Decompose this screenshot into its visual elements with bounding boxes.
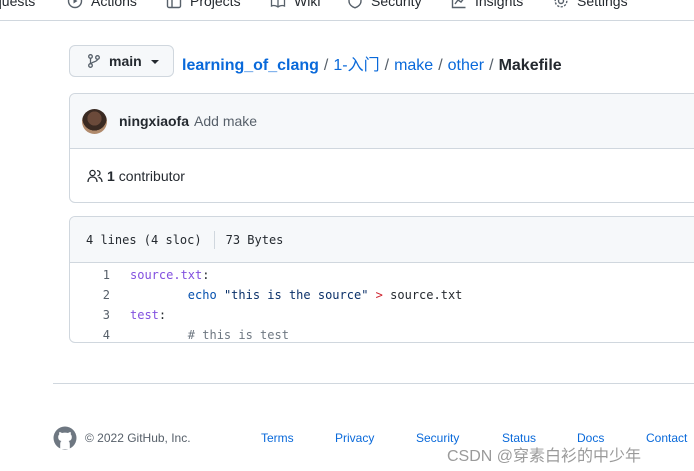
code-text: source.txt: <box>110 268 209 282</box>
file-size: 73 Bytes <box>225 232 284 247</box>
commit-message-link[interactable]: Add make <box>194 113 257 129</box>
breadcrumb: learning_of_clang / 1-入门 / make / other … <box>182 51 562 75</box>
table-icon <box>166 0 182 9</box>
code-token: : <box>202 268 210 282</box>
code-line: 2 echo "this is the source" > source.txt <box>70 285 694 305</box>
contributors-label: contributor <box>118 168 185 184</box>
code-token: echo <box>187 288 217 302</box>
contributors-count: 1 <box>107 168 115 184</box>
code-token: "this is the source" <box>223 288 369 302</box>
code-line: 1 source.txt: <box>70 265 694 285</box>
code-text: echo "this is the source" > source.txt <box>110 288 463 302</box>
nav-label: Projects <box>190 0 241 9</box>
footer-copyright: © 2022 GitHub, Inc. <box>85 431 191 445</box>
file-info-divider <box>213 230 215 249</box>
footer-divider <box>53 383 694 384</box>
watermark-text: CSDN @穿素白衫的中少年 <box>447 448 642 465</box>
code-comment: # this is test <box>187 328 289 342</box>
nav-wiki[interactable]: Wiki <box>270 0 320 9</box>
play-icon <box>67 0 83 9</box>
breadcrumb-segment-link[interactable]: 1-入门 <box>333 51 379 75</box>
code-token: > <box>375 288 383 302</box>
breadcrumb-file-name: Makefile <box>498 57 562 74</box>
breadcrumb-segment-link[interactable]: make <box>394 57 433 75</box>
nav-label: Wiki <box>294 0 321 9</box>
book-icon <box>270 0 286 8</box>
people-icon <box>87 169 103 183</box>
nav-pull-requests[interactable]: quests <box>0 0 35 9</box>
nav-label: Insights <box>475 0 524 9</box>
nav-actions[interactable]: Actions <box>67 0 137 9</box>
code-token: test <box>130 308 159 322</box>
repo-nav: quests Actions Projects Wiki Security In… <box>0 0 694 21</box>
breadcrumb-separator: / <box>323 57 329 74</box>
git-branch-icon <box>88 54 100 68</box>
branch-label: main <box>109 53 142 69</box>
code-text: test: <box>110 308 166 322</box>
line-number[interactable]: 2 <box>70 288 110 302</box>
breadcrumb-separator: / <box>438 57 443 74</box>
file-line-count: 4 lines (4 sloc) <box>86 232 202 247</box>
contributors-row[interactable]: 1 contributor <box>70 149 694 203</box>
footer-link-contact[interactable]: Contact <box>646 431 687 445</box>
commit-header: ningxiaofa Add make <box>70 94 694 149</box>
code-block: 1 source.txt: 2 echo "this is the source… <box>70 263 694 342</box>
commit-author-link[interactable]: ningxiaofa <box>119 113 189 129</box>
nav-insights[interactable]: Insights <box>451 0 523 9</box>
line-number[interactable]: 3 <box>70 308 110 322</box>
breadcrumb-separator: / <box>489 57 494 74</box>
line-number[interactable]: 4 <box>70 328 110 342</box>
latest-commit-box: ningxiaofa Add make 1 contributor <box>69 93 694 203</box>
breadcrumb-segment-link[interactable]: other <box>448 57 484 75</box>
nav-label: quests <box>0 0 36 9</box>
footer-link-privacy[interactable]: Privacy <box>335 431 374 445</box>
nav-label: Actions <box>91 0 137 9</box>
nav-label: Settings <box>577 0 628 9</box>
chevron-down-icon <box>150 60 159 64</box>
code-token: source.txt <box>390 288 463 302</box>
nav-label: Security <box>371 0 422 9</box>
gear-icon <box>554 0 568 8</box>
nav-projects[interactable]: Projects <box>166 0 241 9</box>
graph-icon <box>451 0 466 9</box>
github-logo-icon[interactable] <box>53 426 77 450</box>
breadcrumb-separator: / <box>384 57 390 74</box>
nav-settings[interactable]: Settings <box>553 0 628 9</box>
file-viewer: 4 lines (4 sloc) 73 Bytes 1 source.txt: … <box>69 216 694 343</box>
code-text: # this is test <box>110 328 289 342</box>
file-info-bar: 4 lines (4 sloc) 73 Bytes <box>70 217 694 263</box>
nav-security[interactable]: Security <box>347 0 422 9</box>
code-token: source.txt <box>130 268 203 282</box>
code-token: : <box>158 308 167 322</box>
branch-select-button[interactable]: main <box>69 45 174 77</box>
breadcrumb-repo-link[interactable]: learning_of_clang <box>182 57 319 75</box>
code-line: 3 test: <box>70 305 694 325</box>
avatar[interactable] <box>82 108 107 134</box>
footer-link-terms[interactable]: Terms <box>261 431 294 445</box>
shield-icon <box>348 0 362 9</box>
code-line: 4 # this is test <box>70 325 694 342</box>
line-number[interactable]: 1 <box>70 268 110 282</box>
